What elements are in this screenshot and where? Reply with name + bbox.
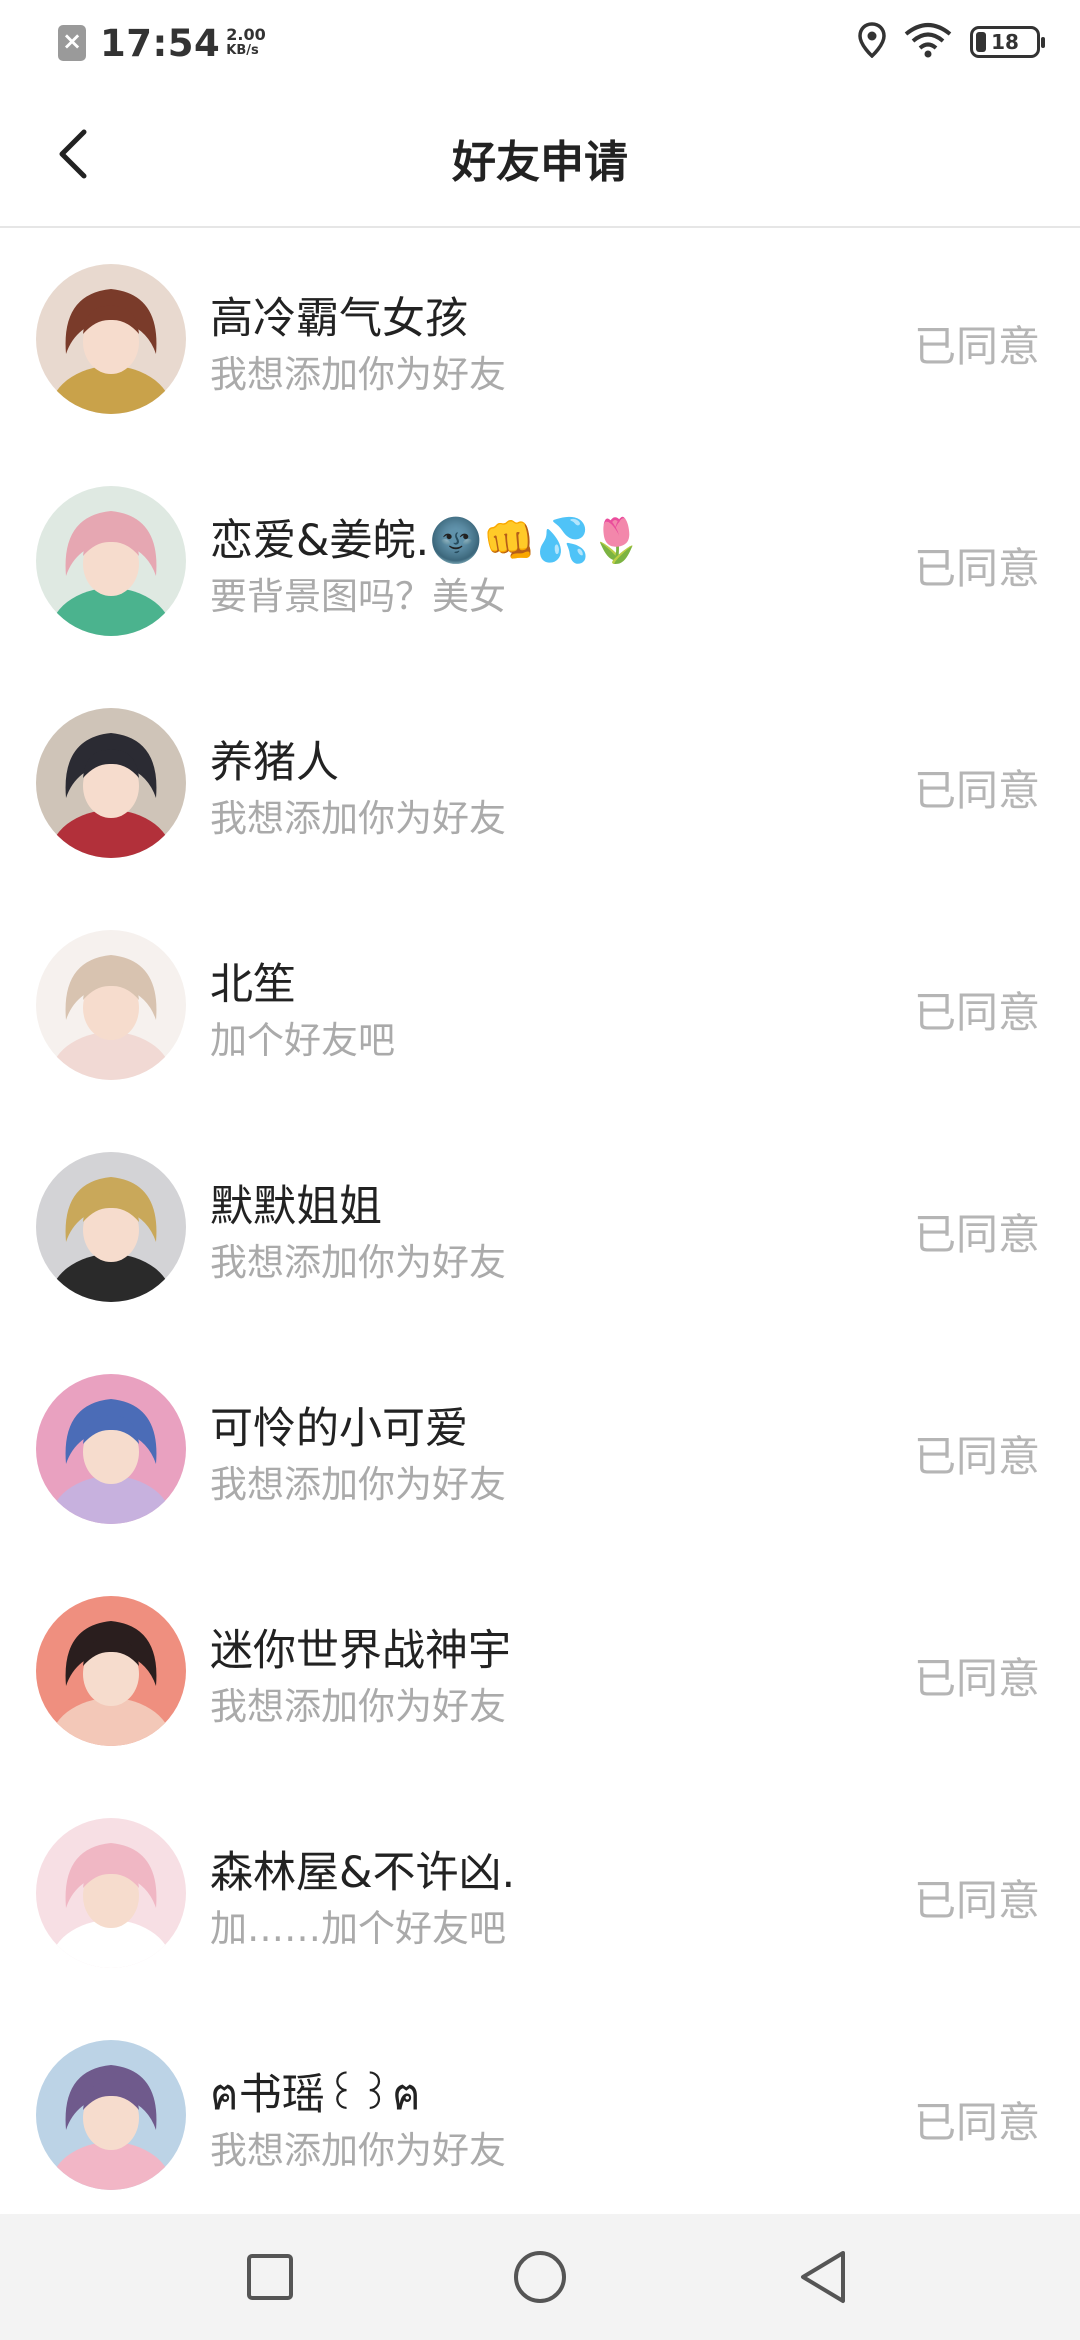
- requester-name: 恋爱&姜皖.🌚👊💦🌷: [210, 516, 644, 566]
- battery-level: 18: [991, 30, 1019, 54]
- requester-name: ฅ书瑶꒰꒱ฅ: [210, 2070, 421, 2120]
- friend-request-item[interactable]: 高冷霸气女孩我想添加你为好友 已同意: [0, 228, 1080, 450]
- network-speed-unit: KB/s: [226, 43, 259, 58]
- status-bar: 17:54 2.00 KB/s 18: [0, 0, 1080, 84]
- request-status: 已同意: [913, 322, 1040, 371]
- friend-request-item[interactable]: 默默姐姐我想添加你为好友 已同意: [0, 1116, 1080, 1338]
- wifi-icon: [904, 22, 952, 62]
- request-status: 已同意: [913, 1876, 1040, 1925]
- square-icon: [245, 2252, 295, 2306]
- page-title: 好友申请: [452, 137, 628, 188]
- request-status: 已同意: [913, 1432, 1040, 1481]
- battery-fill: [976, 32, 986, 52]
- request-message: 我想添加你为好友: [210, 1463, 506, 1506]
- home-button[interactable]: [505, 2244, 575, 2314]
- friend-request-item[interactable]: 森林屋&不许凶. 加……加个好友吧 已同意: [0, 1782, 1080, 2004]
- network-speed-value: 2.00: [226, 25, 266, 44]
- avatar[interactable]: [36, 1818, 186, 1968]
- header: 好友申请: [0, 84, 1080, 228]
- requester-name: 北笙: [210, 960, 296, 1010]
- friend-request-item[interactable]: 养猪人我想添加你为好友 已同意: [0, 672, 1080, 894]
- avatar[interactable]: [36, 1596, 186, 1746]
- request-message: 加……加个好友吧: [210, 1907, 506, 1950]
- requester-name: 可怜的小可爱: [210, 1404, 468, 1454]
- request-message: 我想添加你为好友: [210, 797, 506, 840]
- friend-request-list[interactable]: 高冷霸气女孩 我想添加你为好友 已同意 恋爱&姜皖.🌚👊💦🌷 要背景图吗？美女 已同意 养猪…: [0, 228, 1080, 2226]
- triangle-back-icon: [795, 2249, 851, 2309]
- friend-request-item[interactable]: ฅ书瑶꒰꒱ฅ 我想添加你为好友 已同意: [0, 2004, 1080, 2226]
- friend-request-item[interactable]: 恋爱&姜皖.🌚👊💦🌷 要背景图吗？美女 已同意: [0, 450, 1080, 672]
- avatar[interactable]: [36, 708, 186, 858]
- requester-name: 森林屋&不许凶.: [210, 1848, 516, 1898]
- request-status: 已同意: [913, 2098, 1040, 2147]
- request-status: 已同意: [913, 1210, 1040, 1259]
- avatar[interactable]: [36, 930, 186, 1080]
- recent-apps-button[interactable]: [235, 2244, 305, 2314]
- friend-request-item[interactable]: 可怜的小可爱我想添加你为好友 已同意: [0, 1338, 1080, 1560]
- avatar[interactable]: [36, 1374, 186, 1524]
- status-time: 17:54: [100, 21, 221, 65]
- network-speed: 2.00 KB/s: [226, 27, 265, 59]
- request-message: 加个好友吧: [210, 1019, 395, 1062]
- friend-request-item[interactable]: 迷你世界战神宇我想添加你为好友 已同意: [0, 1560, 1080, 1782]
- request-message: 我想添加你为好友: [210, 1241, 506, 1284]
- request-status: 已同意: [913, 544, 1040, 593]
- avatar[interactable]: [36, 2040, 186, 2190]
- friend-request-item[interactable]: 北笙加个好友吧 已同意: [0, 894, 1080, 1116]
- requester-name: 养猪人: [210, 738, 339, 788]
- location-icon: [858, 22, 886, 62]
- battery-icon: 18: [970, 26, 1045, 58]
- back-nav-button[interactable]: [788, 2244, 858, 2314]
- avatar[interactable]: [36, 264, 186, 414]
- request-message: 我想添加你为好友: [210, 1685, 506, 1728]
- avatar[interactable]: [36, 486, 186, 636]
- avatar[interactable]: [36, 1152, 186, 1302]
- request-status: 已同意: [913, 766, 1040, 815]
- no-sim-icon: [58, 25, 86, 61]
- requester-name: 高冷霸气女孩: [210, 294, 468, 344]
- request-message: 我想添加你为好友: [210, 2129, 506, 2172]
- request-message: 要背景图吗？美女: [210, 575, 506, 618]
- requester-name: 迷你世界战神宇: [210, 1626, 511, 1676]
- circle-icon: [512, 2249, 568, 2309]
- request-message: 我想添加你为好友: [210, 353, 506, 396]
- request-status: 已同意: [913, 988, 1040, 1037]
- request-status: 已同意: [913, 1654, 1040, 1703]
- requester-name: 默默姐姐: [210, 1182, 382, 1232]
- navigation-bar: [0, 2214, 1080, 2340]
